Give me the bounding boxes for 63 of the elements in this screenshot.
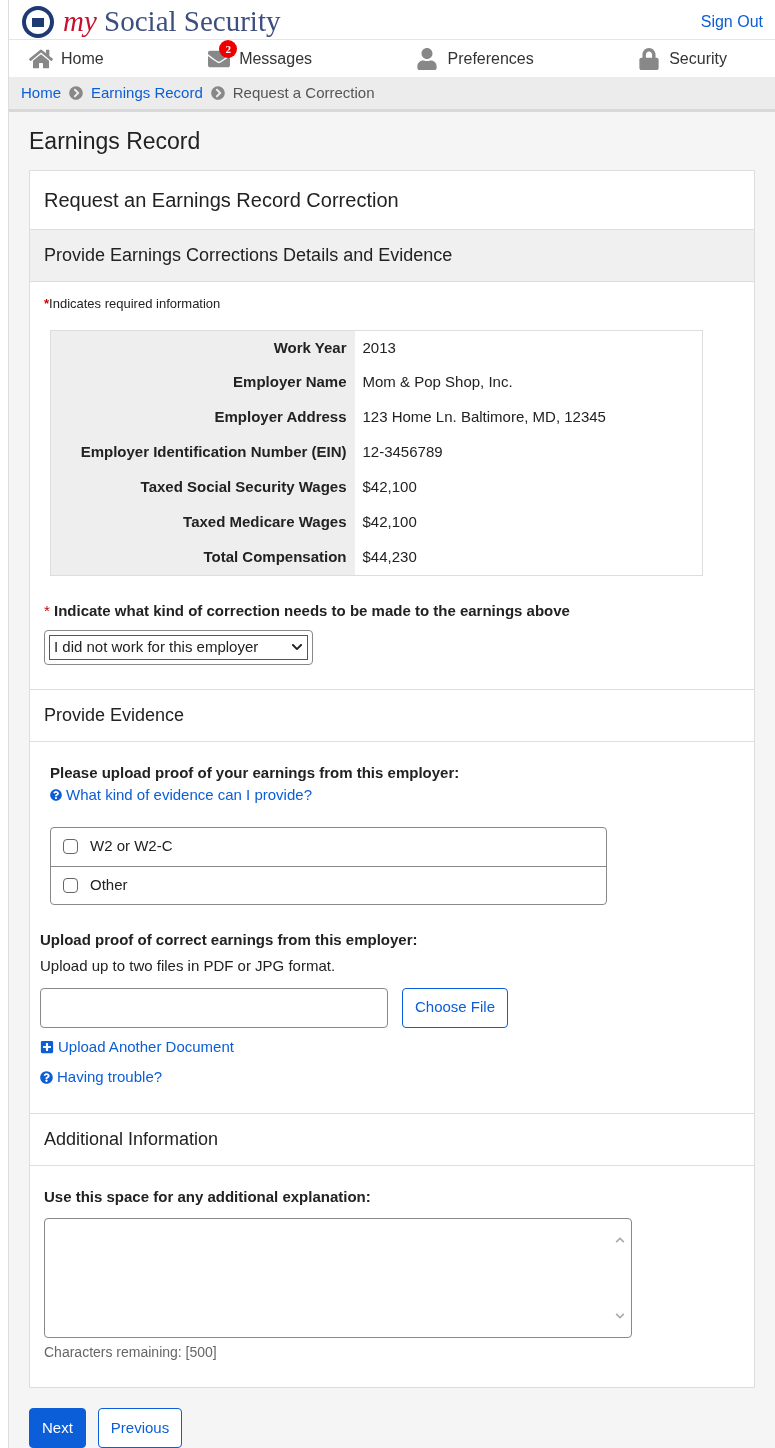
plus-icon <box>40 1039 54 1054</box>
person-icon <box>415 47 440 70</box>
nav-label: Preferences <box>447 48 534 69</box>
table-cell: Mom & Pop Shop, Inc. <box>354 365 703 400</box>
table-cell: Taxed Medicare Wages <box>50 505 355 540</box>
scroll-up-icon <box>615 1235 625 1245</box>
sign-out-link[interactable]: Sign Out <box>700 9 763 34</box>
checkbox[interactable] <box>63 839 78 854</box>
table-cell: Work Year <box>50 330 355 365</box>
nav-tab[interactable]: Security <box>637 38 727 79</box>
file-input-field[interactable] <box>40 987 388 1028</box>
breadcrumb-current: Request a Correction <box>232 82 375 103</box>
section-header: Additional Information <box>30 1112 754 1166</box>
add-document-link[interactable]: Upload Another Document <box>40 1035 744 1058</box>
brand-title: my Social Security <box>63 7 281 37</box>
upload-hint: Upload up to two files in PDF or JPG format. <box>40 956 337 976</box>
house-icon <box>29 47 53 70</box>
evidence-prompt: Please upload proof of your earnings from this employer: <box>50 762 461 783</box>
table-cell: $42,100 <box>354 505 703 540</box>
nav-tab[interactable]: Home <box>29 38 104 79</box>
nav-label: Security <box>669 48 727 69</box>
help-icon <box>50 789 62 802</box>
checkbox-option[interactable]: W2 or W2-C <box>51 827 606 866</box>
nav-tab[interactable]: Preferences <box>415 38 534 79</box>
correction-label: * Indicate what kind of correction needs to be made to the earnings above <box>44 600 571 621</box>
previous-button[interactable]: Previous <box>97 1408 183 1448</box>
chevron-icon <box>210 86 225 100</box>
nav-label: Messages <box>239 48 313 69</box>
nav-tab[interactable]: 2 Messages <box>207 38 313 79</box>
help-link[interactable]: What kind of evidence can I provide? <box>50 784 734 807</box>
table-cell: Taxed Social Security Wages <box>50 470 355 505</box>
table-cell: Employer Name <box>50 365 355 400</box>
table-cell: 12-3456789 <box>354 435 703 470</box>
count-badge: 2 <box>219 39 238 58</box>
required-note: *Indicates required information <box>44 295 222 313</box>
page-title: Earnings Record <box>29 126 202 156</box>
choose-file-button[interactable]: Choose File <box>402 987 509 1028</box>
table-cell: Total Compensation <box>50 540 355 575</box>
select-value: I did not work for this employer <box>54 637 259 657</box>
scroll-down-icon <box>615 1311 625 1321</box>
section-header: Provide Earnings Corrections Details and Evidence <box>30 230 754 282</box>
table-cell: Employer Identification Number (EIN) <box>50 435 355 470</box>
table-cell: $44,230 <box>354 540 703 575</box>
table-cell: 2013 <box>354 330 703 365</box>
checkbox-option[interactable]: Other <box>51 865 606 904</box>
lock-icon <box>637 47 662 70</box>
help-icon <box>40 1070 53 1084</box>
breadcrumb-link[interactable]: Earnings Record <box>91 81 203 105</box>
chevron-icon <box>69 86 83 100</box>
checkbox[interactable] <box>63 877 78 893</box>
upload-title: Upload proof of correct earnings from this employer: <box>40 929 419 950</box>
character-counter: Characters remaining: [500] <box>44 1343 218 1362</box>
nav-label: Home <box>61 48 104 69</box>
table-cell: 123 Home Ln. Baltimore, MD, 12345 <box>354 400 703 435</box>
breadcrumb-link[interactable]: Home <box>21 81 61 105</box>
section-header: Provide Evidence <box>30 688 754 742</box>
correction-select[interactable]: I did not work for this employer <box>44 630 313 665</box>
trouble-link[interactable]: Having trouble? <box>40 1066 744 1089</box>
table-cell: $42,100 <box>354 470 703 505</box>
seal-logo-icon <box>21 4 55 39</box>
next-button[interactable]: Next <box>29 1408 86 1448</box>
explanation-label: Use this space for any additional explanation: <box>44 1186 372 1207</box>
table-cell: Employer Address <box>50 400 355 435</box>
